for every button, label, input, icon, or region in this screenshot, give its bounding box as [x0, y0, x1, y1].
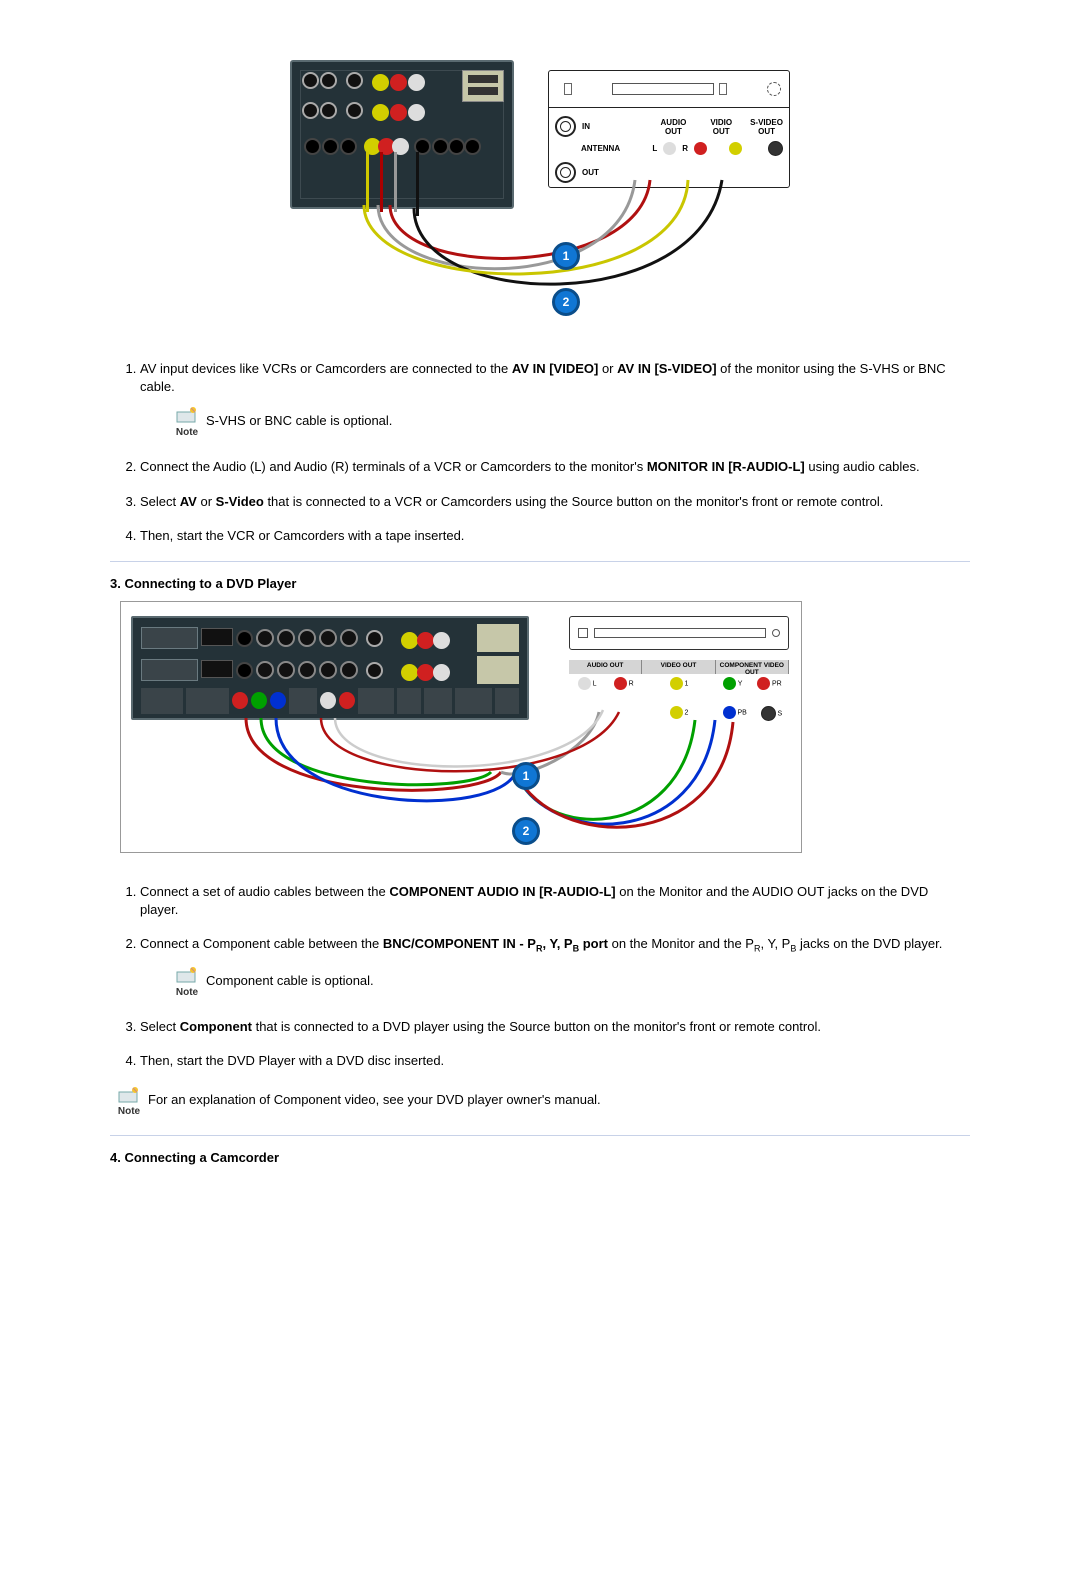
vcr-step1-note: Note S-VHS or BNC cable is optional. — [168, 406, 970, 440]
dvd-diagram-figure: AUDIO OUT VIDEO OUT COMPONENT VIDEO OUT … — [110, 601, 980, 853]
vcr-antenna-label: ANTENNA — [581, 144, 620, 153]
vcr-svideo-out-label: S-VIDEO OUT — [750, 118, 783, 136]
vcr-step-1: AV input devices like VCRs or Camcorders… — [140, 360, 970, 440]
note-icon: Note — [110, 1086, 148, 1117]
vcr-step-4: Then, start the VCR or Camcorders with a… — [140, 527, 970, 545]
dvd-step-3: Select Component that is connected to a … — [140, 1018, 970, 1036]
monitor-back-panel — [290, 60, 514, 209]
vcr-l-label: L — [652, 144, 657, 153]
vcr-audio-out-label: AUDIO OUT — [661, 118, 687, 136]
note-label: Note — [176, 987, 198, 998]
vcr-marker-2: 2 — [552, 288, 580, 316]
section-divider — [110, 1135, 970, 1136]
dvd-monitor-back-panel — [131, 616, 529, 720]
dvd-marker-1: 1 — [512, 762, 540, 790]
document-page: IN AUDIO OUT VIDIO OUT S-VIDEO OUT ANTEN… — [0, 0, 1080, 1575]
vcr-diagram-figure: IN AUDIO OUT VIDIO OUT S-VIDEO OUT ANTEN… — [110, 50, 970, 330]
note-label: Note — [118, 1106, 140, 1117]
dvd-end-note: Note For an explanation of Component vid… — [110, 1086, 970, 1117]
dvd-end-note-text: For an explanation of Component video, s… — [148, 1086, 601, 1107]
note-icon: Note — [168, 966, 206, 1000]
vcr-steps-list: AV input devices like VCRs or Camcorders… — [110, 360, 970, 545]
vcr-out-label: OUT — [582, 168, 599, 177]
dvd-step2-note: Note Component cable is optional. — [168, 966, 970, 1000]
dvd-video-out-label: VIDEO OUT — [642, 660, 715, 674]
camcorder-section-heading: 4. Connecting a Camcorder — [110, 1150, 970, 1165]
dvd-step-2: Connect a Component cable between the BN… — [140, 935, 970, 999]
dvd-step-1: Connect a set of audio cables between th… — [140, 883, 970, 919]
vcr-video-out-label: VIDIO OUT — [710, 118, 732, 136]
dvd-section-heading: 3. Connecting to a DVD Player — [110, 576, 970, 591]
dvd-audio-out-label: AUDIO OUT — [569, 660, 642, 674]
vcr-device: IN AUDIO OUT VIDIO OUT S-VIDEO OUT ANTEN… — [548, 70, 790, 188]
dvd-note-mid-text: Component cable is optional. — [206, 966, 374, 990]
note-icon: Note — [168, 406, 206, 440]
vcr-marker-1: 1 — [552, 242, 580, 270]
vcr-step-2: Connect the Audio (L) and Audio (R) term… — [140, 458, 970, 476]
vcr-r-label: R — [682, 144, 688, 153]
vcr-step-3: Select AV or S-Video that is connected t… — [140, 493, 970, 511]
vcr-in-label: IN — [582, 122, 590, 131]
dvd-steps-list: Connect a set of audio cables between th… — [110, 883, 970, 1070]
vcr-note1-text: S-VHS or BNC cable is optional. — [206, 406, 392, 430]
dvd-marker-2: 2 — [512, 817, 540, 845]
section-divider — [110, 561, 970, 562]
dvd-player-device: AUDIO OUT VIDEO OUT COMPONENT VIDEO OUT … — [569, 616, 789, 736]
dvd-step-4: Then, start the DVD Player with a DVD di… — [140, 1052, 970, 1070]
note-label: Note — [176, 427, 198, 438]
dvd-component-out-label: COMPONENT VIDEO OUT — [716, 660, 789, 674]
